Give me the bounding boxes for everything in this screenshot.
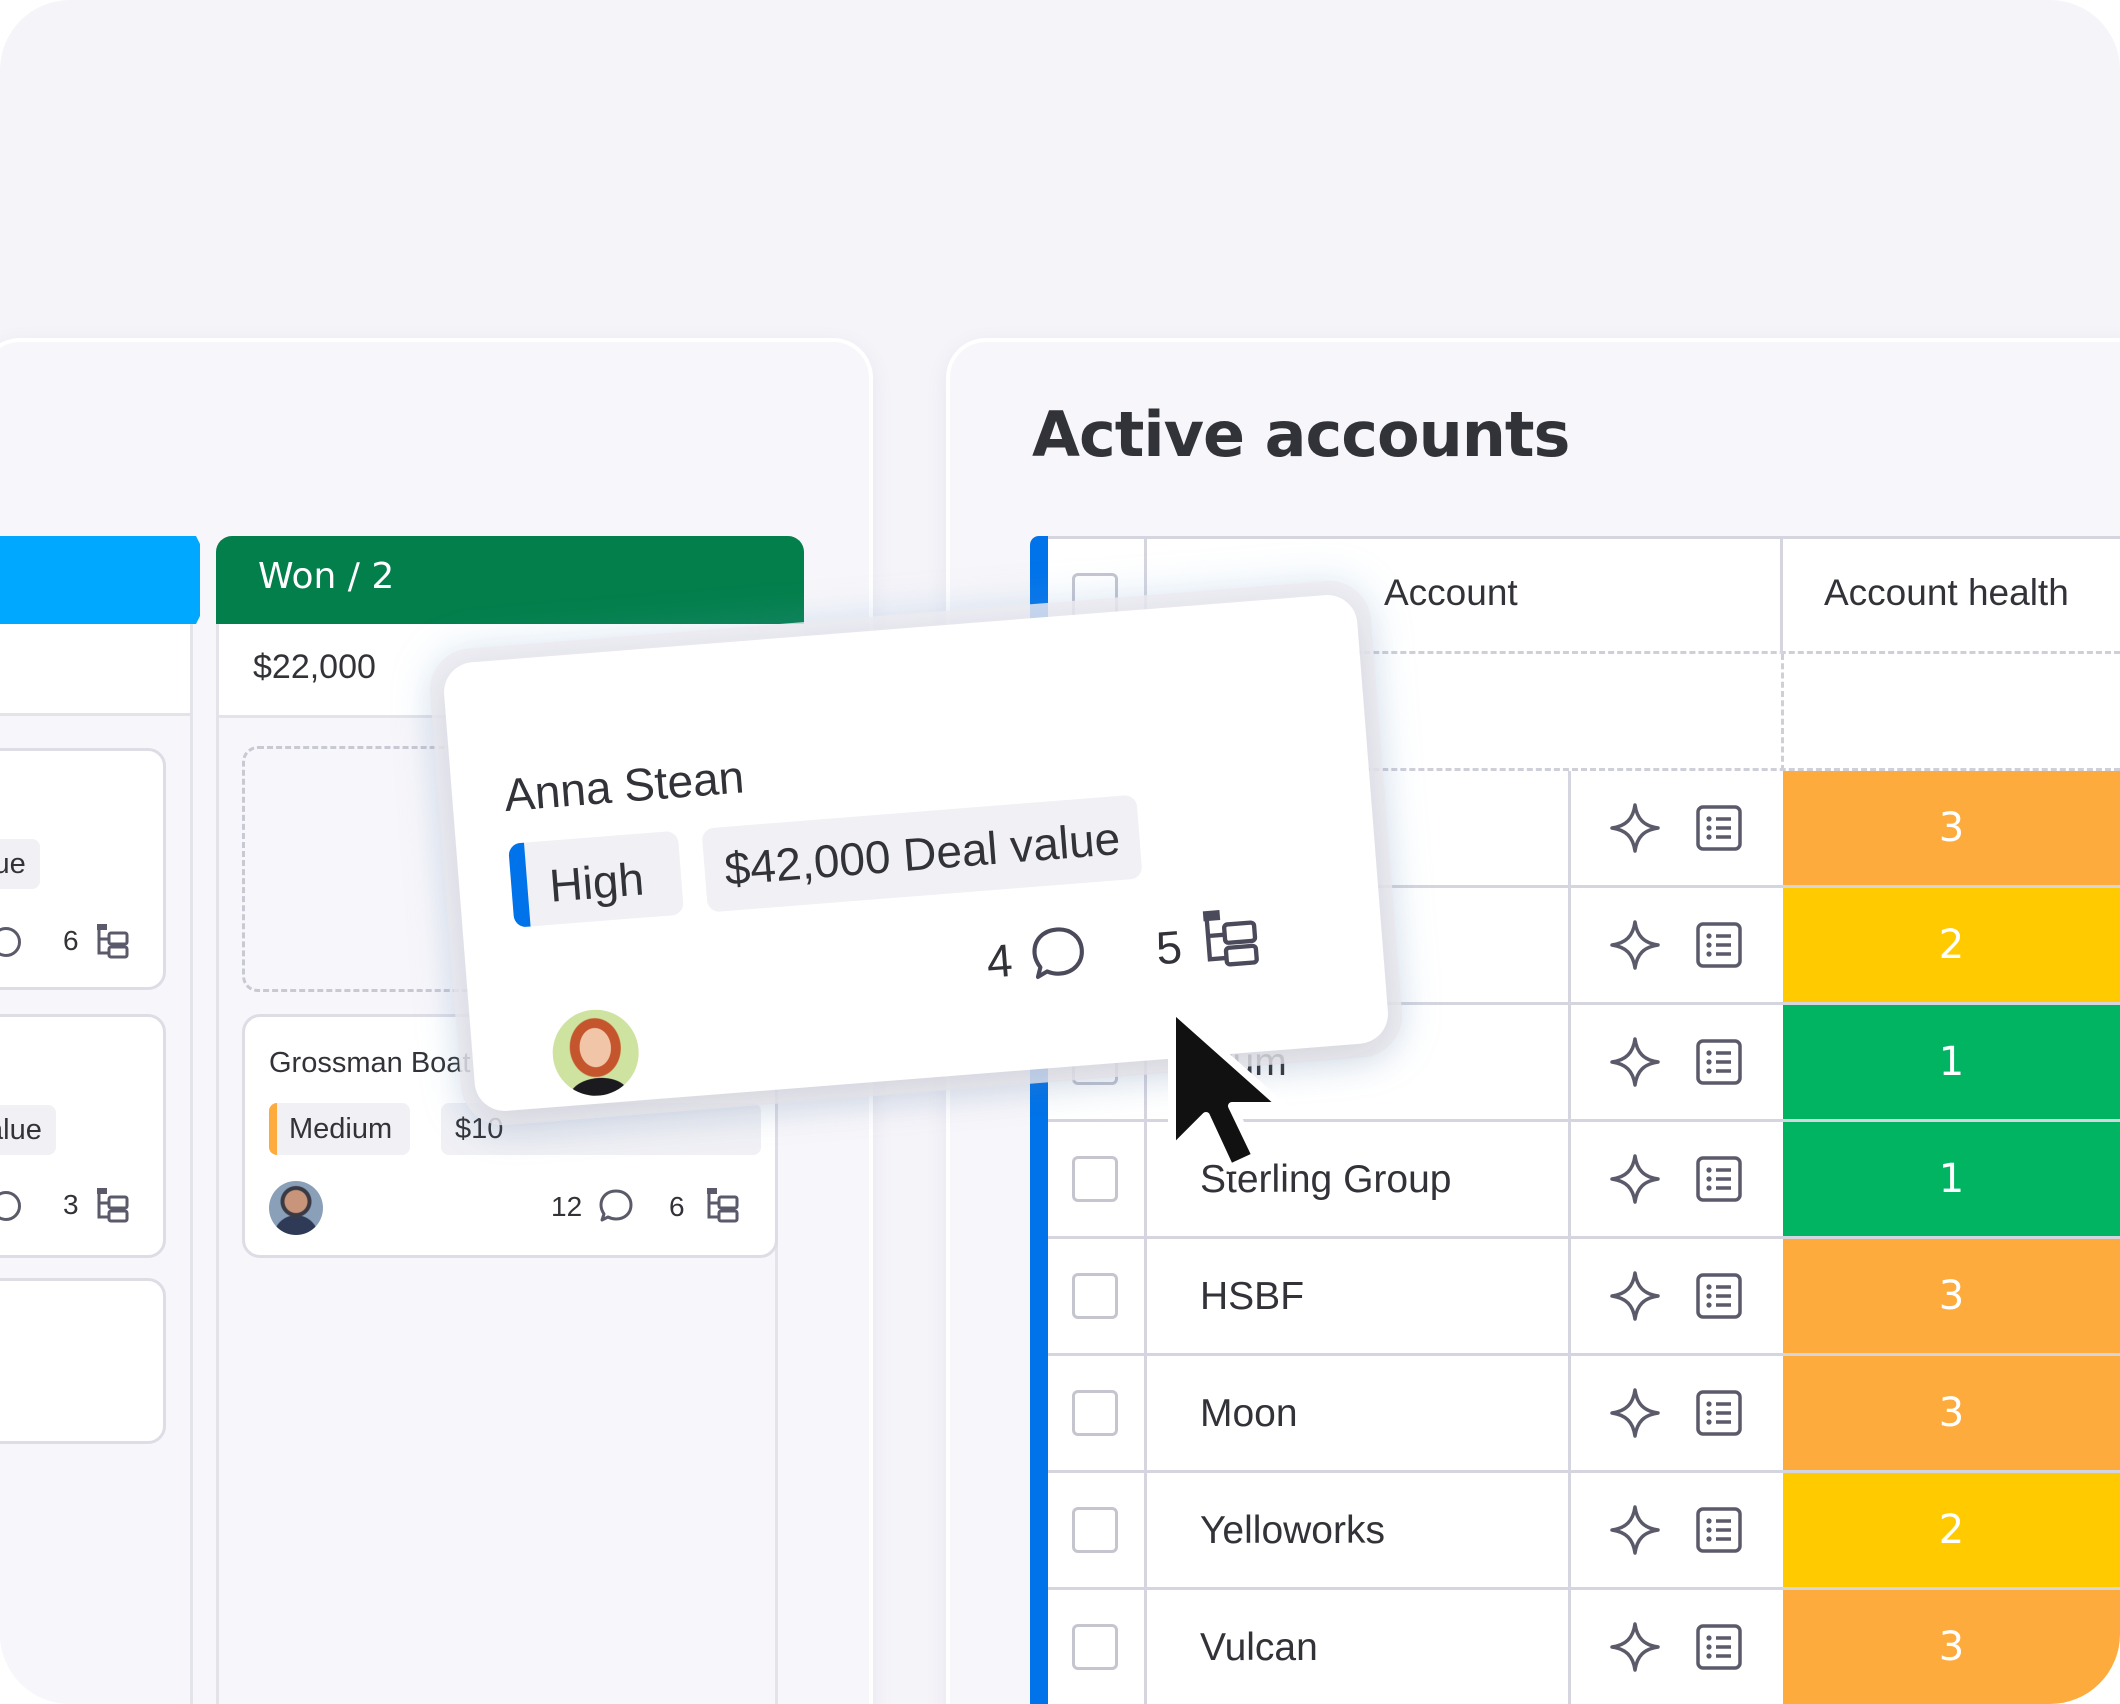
- column-header-account[interactable]: Account: [1384, 572, 1518, 614]
- row-checkbox[interactable]: [1072, 1624, 1118, 1670]
- kanban-card[interactable]: [0, 1278, 166, 1444]
- column-divider: [1568, 1239, 1571, 1356]
- account-name[interactable]: HSBF: [1200, 1275, 1304, 1319]
- sparkle-icon[interactable]: [1608, 1269, 1662, 1323]
- priority-tag: Medium: [269, 1103, 411, 1155]
- account-health-status[interactable]: 1: [1783, 1122, 2120, 1236]
- table-row[interactable]: HSBF 3: [1048, 1239, 2120, 1356]
- comment-bubble-icon[interactable]: [1026, 921, 1091, 986]
- subitems-count: 3: [63, 1189, 79, 1220]
- avatar[interactable]: [549, 1006, 642, 1099]
- column-divider: [1568, 1122, 1571, 1239]
- sparkle-icon[interactable]: [1608, 801, 1662, 855]
- comment-bubble-icon[interactable]: [0, 927, 21, 957]
- column-divider: [1568, 1473, 1571, 1590]
- column-divider: [1144, 1590, 1147, 1704]
- row-checkbox[interactable]: [1072, 1156, 1118, 1202]
- item-list-icon[interactable]: [1694, 1388, 1744, 1438]
- subitems-tree-icon[interactable]: [1199, 905, 1264, 970]
- account-health-status[interactable]: 2: [1783, 888, 2120, 1002]
- column-divider: [1144, 1239, 1147, 1356]
- card-title: Anna Stean: [502, 750, 746, 822]
- column-divider: [1780, 536, 1783, 654]
- sparkle-icon[interactable]: [1608, 1386, 1662, 1440]
- account-name[interactable]: Vulcan: [1200, 1626, 1318, 1670]
- card-title: Grossman Boat: [269, 1047, 471, 1079]
- item-list-icon[interactable]: [1694, 920, 1744, 970]
- account-health-status[interactable]: 2: [1783, 1473, 2120, 1587]
- account-health-status[interactable]: 3: [1783, 1239, 2120, 1353]
- column-divider: [1568, 888, 1571, 1005]
- account-name[interactable]: Moon: [1200, 1392, 1298, 1436]
- table-row[interactable]: Yelloworks 2: [1048, 1473, 2120, 1590]
- deal-value-tag: alue: [0, 1105, 56, 1155]
- sparkle-icon[interactable]: [1608, 1035, 1662, 1089]
- item-list-icon[interactable]: [1694, 1154, 1744, 1204]
- column-divider: [1568, 1005, 1571, 1122]
- row-checkbox[interactable]: [1072, 1273, 1118, 1319]
- subitems-tree-icon[interactable]: [95, 923, 131, 959]
- subitems-tree-icon[interactable]: [95, 1187, 131, 1223]
- item-list-icon[interactable]: [1694, 1622, 1744, 1672]
- mouse-pointer-icon: [1168, 1004, 1286, 1172]
- board-title: Active accounts: [1032, 398, 1570, 471]
- kanban-column-header-left[interactable]: [0, 536, 200, 624]
- deal-value-tag: $42,000 Deal value: [701, 794, 1144, 913]
- account-health-status[interactable]: 3: [1783, 1590, 2120, 1704]
- priority-label: High: [547, 852, 646, 912]
- subitems-tree-icon[interactable]: [705, 1187, 741, 1223]
- item-list-icon[interactable]: [1694, 1037, 1744, 1087]
- avatar[interactable]: [269, 1181, 323, 1235]
- kanban-column-header-won[interactable]: Won / 2: [216, 536, 804, 624]
- item-list-icon[interactable]: [1694, 1271, 1744, 1321]
- priority-tag: High: [508, 830, 685, 928]
- column-header-account-health[interactable]: Account health: [1824, 572, 2069, 614]
- account-name[interactable]: Yelloworks: [1200, 1509, 1385, 1553]
- table-row[interactable]: Vulcan 3: [1048, 1590, 2120, 1704]
- account-health-status[interactable]: 3: [1783, 1356, 2120, 1470]
- row-checkbox[interactable]: [1072, 1507, 1118, 1553]
- column-divider: [1568, 1356, 1571, 1473]
- column-divider: [1144, 1473, 1147, 1590]
- comments-count: 12: [551, 1191, 583, 1222]
- column-divider: [1144, 1356, 1147, 1473]
- sparkle-icon[interactable]: [1608, 1152, 1662, 1206]
- column-divider: [1144, 1122, 1147, 1239]
- column-divider: [1568, 771, 1571, 888]
- column-divider: [1568, 1590, 1571, 1704]
- sparkle-icon[interactable]: [1608, 1503, 1662, 1557]
- column-sum-value: $22,000: [253, 648, 376, 686]
- kanban-column-sum-left: [0, 624, 193, 716]
- row-checkbox[interactable]: [1072, 1390, 1118, 1436]
- kanban-card[interactable]: lue 6: [0, 748, 166, 990]
- comment-bubble-icon[interactable]: [597, 1187, 635, 1225]
- subitems-count: 6: [63, 925, 79, 956]
- subitems-count: 5: [1154, 920, 1184, 975]
- comment-bubble-icon[interactable]: [0, 1191, 21, 1221]
- table-row[interactable]: Moon 3: [1048, 1356, 2120, 1473]
- deal-value-tag: lue: [0, 839, 40, 889]
- item-list-icon[interactable]: [1694, 803, 1744, 853]
- app-canvas: lue 6 alue 3 Won / 2 $22,000 Grossman Bo…: [0, 0, 2120, 1704]
- account-health-status[interactable]: 1: [1783, 1005, 2120, 1119]
- kanban-card[interactable]: alue 3: [0, 1014, 166, 1258]
- account-health-status[interactable]: 3: [1783, 771, 2120, 885]
- column-title: Won / 2: [258, 556, 395, 597]
- comments-count: 4: [984, 933, 1015, 988]
- column-divider: [1781, 654, 1784, 771]
- subitems-count: 6: [669, 1191, 685, 1222]
- sparkle-icon[interactable]: [1608, 1620, 1662, 1674]
- item-list-icon[interactable]: [1694, 1505, 1744, 1555]
- sparkle-icon[interactable]: [1608, 918, 1662, 972]
